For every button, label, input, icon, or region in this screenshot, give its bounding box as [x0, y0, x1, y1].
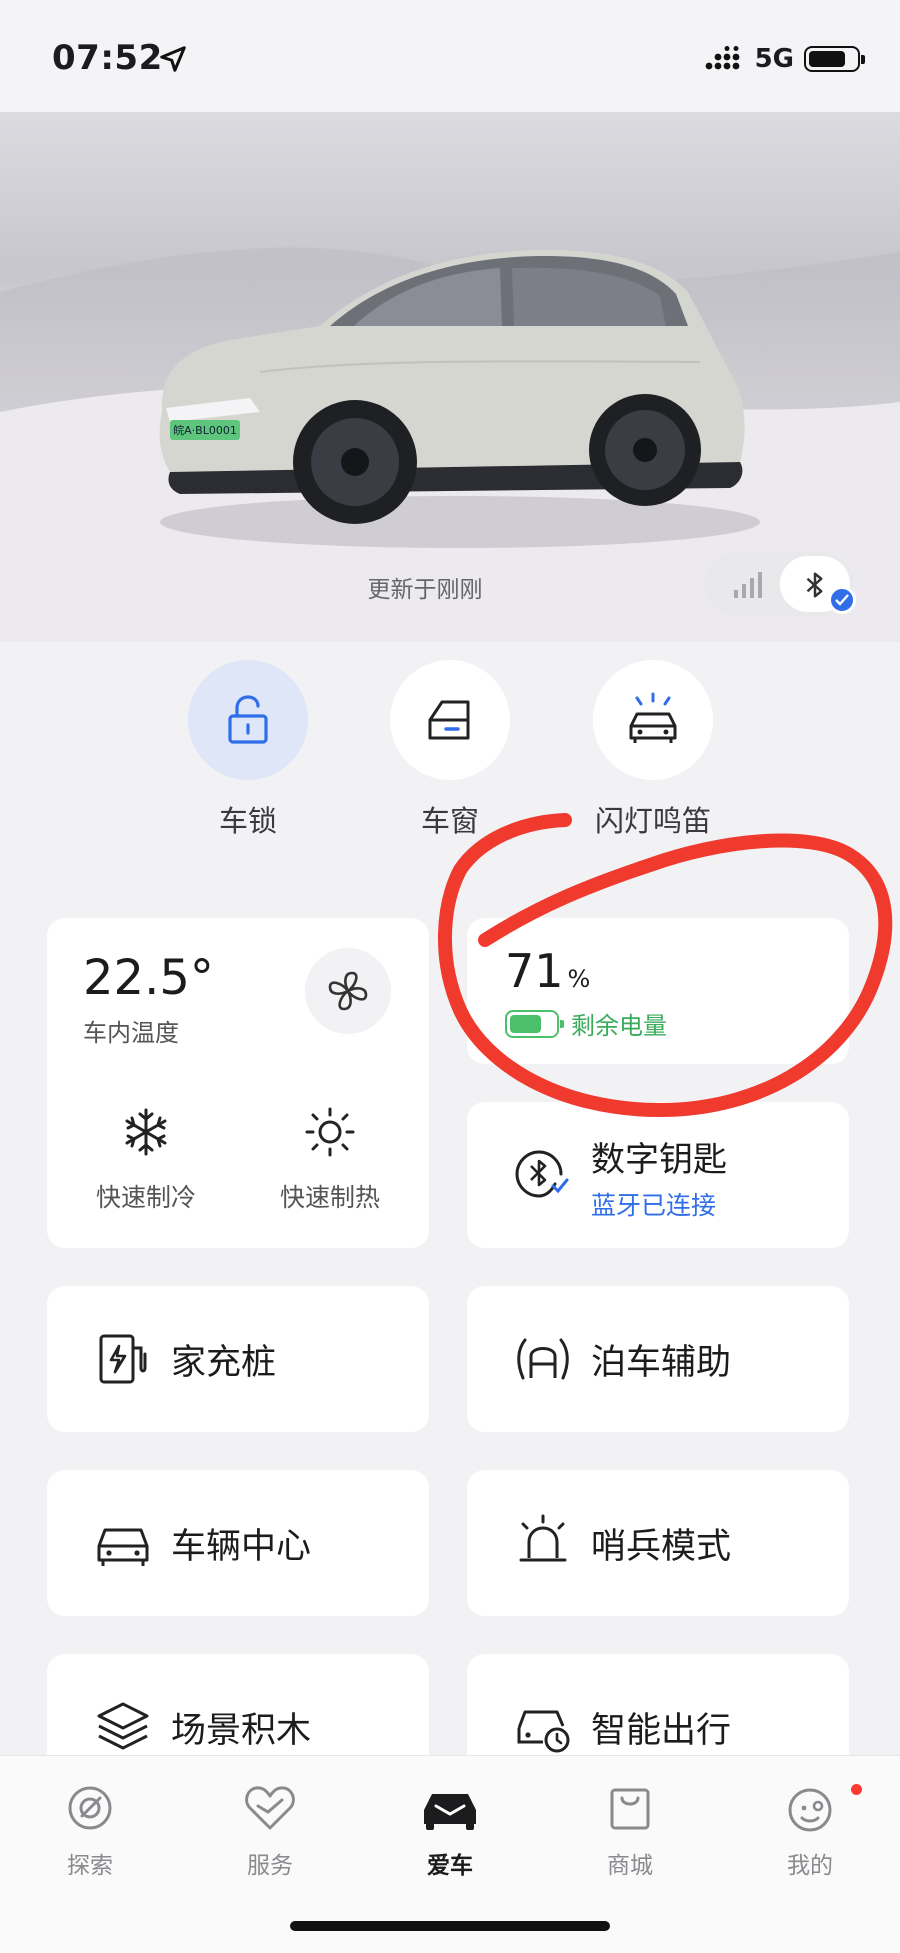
vehicle-hero: 皖A·BL0001 更新于刚刚	[0, 112, 900, 642]
bluetooth-icon	[806, 572, 823, 598]
snowflake-icon	[125, 1108, 167, 1156]
battery-level-icon	[505, 1009, 564, 1038]
tab-service[interactable]: 服务	[210, 1778, 330, 1880]
tab-profile[interactable]: 我的	[750, 1778, 870, 1880]
connection-toggle[interactable]	[704, 552, 856, 616]
digital-key-status: 蓝牙已连接	[591, 1191, 717, 1220]
explore-icon	[68, 1786, 112, 1830]
tab-explore[interactable]: 探索	[30, 1778, 150, 1880]
quick-cool-label: 快速制冷	[95, 1183, 196, 1212]
flash-horn-button[interactable]	[593, 660, 713, 780]
connected-check-icon	[828, 586, 856, 614]
lock-open-icon	[228, 695, 268, 744]
battery-label: 剩余电量	[571, 1012, 667, 1040]
my-car-icon	[424, 1794, 476, 1830]
tab-explore-label: 探索	[67, 1853, 113, 1879]
bluetooth-key-icon	[515, 1150, 569, 1198]
window-control[interactable]: 车窗	[390, 660, 510, 840]
tab-profile-label: 我的	[787, 1853, 833, 1879]
tab-shop[interactable]: 商城	[570, 1778, 690, 1880]
parking-assist-label: 泊车辅助	[591, 1343, 732, 1383]
status-bar: 07:52 5G	[0, 0, 900, 112]
flash-horn-control[interactable]: 闪灯鸣笛	[593, 660, 713, 840]
vehicle-center-label: 车辆中心	[171, 1527, 312, 1567]
parking-assist-icon	[517, 1338, 569, 1380]
service-icon	[245, 1786, 295, 1830]
device-battery-icon	[804, 46, 865, 72]
sentry-mode-tile[interactable]: 哨兵模式	[467, 1470, 849, 1616]
vehicle-center-icon	[97, 1528, 149, 1566]
location-arrow-icon	[160, 46, 186, 72]
tab-my-car-label: 爱车	[427, 1853, 473, 1879]
bluetooth-mode-button[interactable]	[780, 556, 856, 614]
battery-percentage: 71%	[505, 944, 591, 998]
license-plate: 皖A·BL0001	[173, 423, 237, 437]
home-charger-tile[interactable]: 家充桩	[47, 1286, 429, 1432]
tab-shop-label: 商城	[607, 1853, 653, 1879]
flash-horn-label: 闪灯鸣笛	[594, 804, 711, 838]
sun-icon	[305, 1107, 355, 1157]
network-type: 5G	[754, 44, 794, 74]
quick-controls: 车锁 车窗 闪灯鸣笛	[0, 660, 900, 840]
window-label: 车窗	[420, 804, 479, 838]
climate-card[interactable]: 22.5° 车内温度 快速制冷 快速制热	[47, 918, 429, 1248]
fan-button[interactable]	[305, 948, 391, 1034]
sentry-alarm-icon	[519, 1514, 567, 1562]
tab-my-car[interactable]: 爱车	[390, 1778, 510, 1880]
home-indicator	[290, 1921, 610, 1931]
home-charger-icon	[99, 1334, 147, 1384]
digital-key-card[interactable]: 数字钥匙 蓝牙已连接	[467, 1102, 849, 1248]
tab-service-label: 服务	[247, 1853, 293, 1879]
quick-cool-button[interactable]: 快速制冷	[71, 1104, 221, 1214]
sentry-mode-label: 哨兵模式	[591, 1527, 732, 1567]
battery-card[interactable]: 71% 剩余电量	[467, 918, 849, 1064]
shop-icon	[610, 1788, 650, 1830]
status-time: 07:52	[52, 38, 163, 78]
fan-icon	[328, 971, 368, 1011]
bottom-tab-bar: 探索 服务 爱车 商城 我的	[0, 1755, 900, 1953]
profile-icon	[788, 1788, 832, 1832]
flash-horn-icon	[629, 692, 677, 743]
smart-travel-icon	[517, 1710, 570, 1753]
notification-dot	[851, 1784, 862, 1795]
layers-icon	[97, 1702, 149, 1750]
smart-travel-label: 智能出行	[591, 1711, 732, 1751]
lock-button[interactable]	[188, 660, 308, 780]
cellular-signal-icon	[705, 46, 739, 70]
quick-heat-label: 快速制热	[279, 1183, 380, 1212]
quick-heat-button[interactable]: 快速制热	[255, 1104, 405, 1214]
home-charger-label: 家充桩	[171, 1343, 277, 1383]
window-button[interactable]	[390, 660, 510, 780]
signal-bars-icon	[734, 572, 762, 598]
scene-blocks-label: 场景积木	[171, 1711, 312, 1751]
cabin-temperature: 22.5°	[83, 950, 214, 1006]
digital-key-title: 数字钥匙	[591, 1140, 727, 1180]
vehicle-image: 皖A·BL0001	[159, 249, 760, 548]
lock-control[interactable]: 车锁	[188, 660, 308, 840]
parking-assist-tile[interactable]: 泊车辅助	[467, 1286, 849, 1432]
car-window-icon	[428, 700, 470, 740]
lock-label: 车锁	[218, 804, 277, 838]
vehicle-center-tile[interactable]: 车辆中心	[47, 1470, 429, 1616]
cabin-temperature-label: 车内温度	[83, 1019, 179, 1047]
